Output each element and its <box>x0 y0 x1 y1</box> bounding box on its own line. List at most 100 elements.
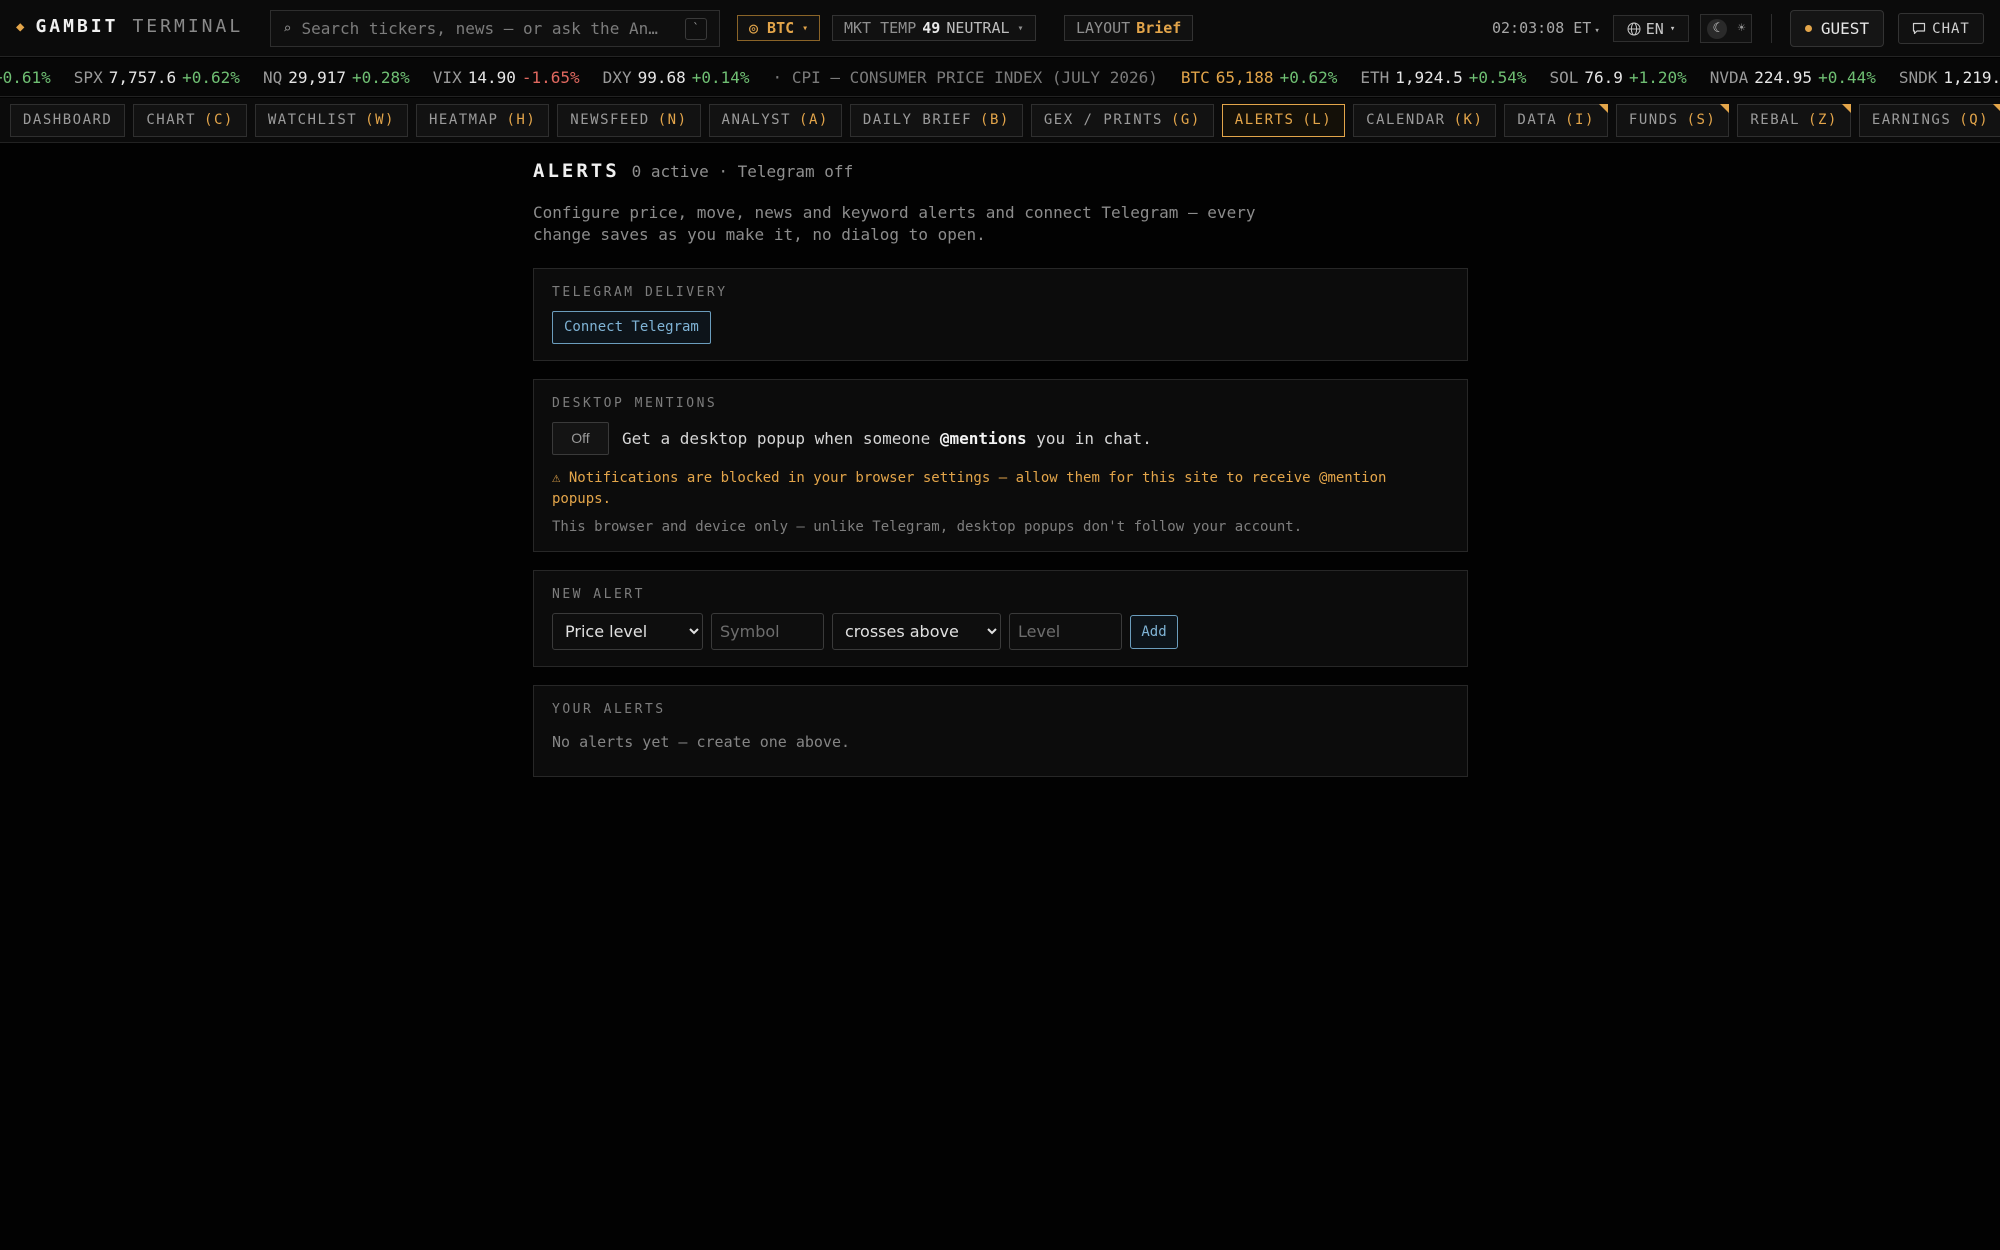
search-shortcut-key: ` <box>685 18 707 40</box>
globe-icon <box>1627 22 1641 35</box>
ticker-change: +1.20% <box>1628 68 1687 87</box>
ticker-symbol: SNDK <box>1898 68 1938 87</box>
market-temp-value: 49 <box>922 19 941 37</box>
tab-funds[interactable]: FUNDS (S) <box>1615 103 1730 137</box>
layout-selector[interactable]: LAYOUT Brief <box>1064 15 1194 41</box>
main-nav: DASHBOARD CHART (C) WATCHLIST (W) HEATMAP (H) N… <box>0 98 2000 143</box>
text-after: you in chat. <box>1026 429 1152 448</box>
ticker-news-item[interactable]: · CPI — CONSUMER PRICE INDEX (JULY 2026) <box>773 68 1158 87</box>
tab-label: DATA <box>1517 112 1558 128</box>
tab-shortcut: (Q) <box>1959 112 1990 128</box>
search-icon: ⌕ <box>283 20 292 37</box>
search-input[interactable] <box>301 19 672 38</box>
ticker-price: 1,924.5 <box>1395 68 1463 87</box>
new-alert-card: NEW ALERT Price level crosses above Add <box>533 570 1468 667</box>
ticker-change: +0.54% <box>1468 68 1527 87</box>
tab-label: CHART <box>146 112 197 128</box>
tab-label: CALENDAR <box>1366 112 1446 128</box>
clock-time: 02:03:08 ET <box>1492 19 1592 37</box>
tab-label: REBAL <box>1750 112 1801 128</box>
tab-shortcut: (A) <box>799 112 829 128</box>
tab-label: ALERTS <box>1234 112 1295 128</box>
tab-alerts[interactable]: ALERTS (L) <box>1221 103 1346 137</box>
tab-heatmap[interactable]: HEATMAP (H) <box>415 103 550 137</box>
condition-select[interactable]: crosses above <box>832 613 1001 650</box>
tab-shortcut: (S) <box>1686 112 1717 128</box>
tab-analyst[interactable]: ANALYST (A) <box>708 103 842 137</box>
asset-selector[interactable]: ◎ BTC ▾ <box>737 15 821 41</box>
tab-daily-brief[interactable]: DAILY BRIEF (B) <box>849 103 1023 137</box>
chat-button[interactable]: CHAT <box>1898 13 1984 44</box>
market-temp-selector[interactable]: MKT TEMP 49 NEUTRAL ▾ <box>832 15 1036 41</box>
tab-shortcut: (C) <box>204 112 234 128</box>
sun-icon[interactable]: ☀ <box>1738 21 1746 36</box>
brand-suffix: TERMINAL <box>132 16 244 37</box>
desktop-mentions-text: Get a desktop popup when someone @mentio… <box>622 429 1152 448</box>
tab-shortcut: (W) <box>365 112 395 128</box>
tab-gex-prints[interactable]: GEX / PRINTS (G) <box>1030 103 1214 137</box>
ticker-item[interactable]: SPX 7,757.6 +0.62% <box>74 68 240 87</box>
page-description: Configure price, move, news and keyword … <box>533 203 1256 244</box>
tab-dashboard[interactable]: DASHBOARD <box>10 103 126 137</box>
brand-logo[interactable]: ◆ GAMBIT TERMINAL <box>16 16 243 37</box>
tab-data[interactable]: DATA (I) <box>1504 103 1608 137</box>
moon-icon[interactable]: ☾ <box>1706 18 1727 39</box>
market-temp-label: MKT TEMP <box>844 19 917 37</box>
tab-shortcut: (L) <box>1302 112 1333 128</box>
symbol-input[interactable] <box>711 613 824 650</box>
ticker-item[interactable]: ETH 1,924.5 +0.54% <box>1360 68 1526 87</box>
guest-label: GUEST <box>1820 19 1870 38</box>
ticker-item[interactable]: SNDK 1,219.5 <box>1899 68 2000 87</box>
layout-value: Brief <box>1136 19 1182 37</box>
add-alert-button[interactable]: Add <box>1130 614 1178 649</box>
clock[interactable]: 02:03:08 ET ▾ <box>1492 19 1600 37</box>
tab-shortcut: (K) <box>1453 112 1484 128</box>
alert-type-select[interactable]: Price level <box>552 613 703 650</box>
card-title: DESKTOP MENTIONS <box>552 396 718 411</box>
ticker-symbol: SPX <box>73 68 103 87</box>
tab-newsfeed[interactable]: NEWSFEED (N) <box>557 103 701 137</box>
ticker-change: +0.28% <box>352 68 410 87</box>
ticker-item[interactable]: +0.61% <box>0 68 51 87</box>
your-alerts-card: YOUR ALERTS No alerts yet — create one a… <box>533 685 1468 777</box>
card-title: YOUR ALERTS <box>552 702 666 717</box>
divider <box>1771 14 1772 43</box>
tab-calendar[interactable]: CALENDAR (K) <box>1353 103 1497 137</box>
ticker-price: 99.68 <box>637 68 686 87</box>
ticker-item[interactable]: SOL 76.9 +1.20% <box>1550 68 1687 87</box>
ticker-symbol: BTC <box>1180 68 1210 87</box>
top-bar: ◆ GAMBIT TERMINAL ⌕ ` ◎ BTC ▾ MKT TEMP 4… <box>0 0 2000 57</box>
brand-name: GAMBIT <box>35 16 119 37</box>
language-selector[interactable]: EN ▾ <box>1613 15 1689 42</box>
connect-telegram-button[interactable]: Connect Telegram <box>552 311 711 344</box>
tab-rebal[interactable]: REBAL (Z) <box>1737 103 1852 137</box>
level-input[interactable] <box>1009 613 1122 650</box>
ticker-item[interactable]: BTC 65,188 +0.62% <box>1181 68 1338 87</box>
market-temp-state: NEUTRAL <box>946 19 1010 37</box>
tab-earnings[interactable]: EARNINGS (Q) <box>1858 103 2000 137</box>
search-box: ⌕ ` <box>270 10 720 47</box>
ticker-change: +0.62% <box>1279 68 1338 87</box>
telegram-delivery-card: TELEGRAM DELIVERY Connect Telegram <box>533 268 1468 361</box>
ticker-item[interactable]: NQ 29,917 +0.28% <box>263 68 410 87</box>
desktop-mentions-toggle[interactable]: Off <box>552 422 609 455</box>
ticker-item[interactable]: VIX 14.90 -1.65% <box>433 68 580 87</box>
tab-shortcut: (I) <box>1565 112 1595 128</box>
ticker-symbol: VIX <box>432 68 462 87</box>
tab-chart[interactable]: CHART (C) <box>133 103 247 137</box>
card-title: NEW ALERT <box>552 587 645 602</box>
ticker-symbol: NVDA <box>1709 68 1749 87</box>
chat-bubble-icon <box>1913 22 1926 35</box>
ticker-change: -1.65% <box>521 68 580 87</box>
tab-watchlist[interactable]: WATCHLIST (W) <box>254 103 408 137</box>
tab-shortcut: (G) <box>1171 112 1201 128</box>
guest-account-button[interactable]: GUEST <box>1790 10 1884 47</box>
ticker-item[interactable]: NVDA 224.95 +0.44% <box>1710 68 1876 87</box>
ticker-price: 14.90 <box>467 68 516 87</box>
mentions-keyword: @mentions <box>939 429 1027 448</box>
ticker-price: 1,219.5 <box>1943 68 2000 87</box>
ticker-price: 76.9 <box>1584 68 1623 87</box>
ticker-item[interactable]: DXY 99.68 +0.14% <box>603 68 750 87</box>
ticker-track: +0.61% SPX 7,757.6 +0.62% NQ 29,917 +0.28% VIX 1… <box>0 68 2000 87</box>
theme-toggle[interactable]: ☾ ☀ <box>1700 14 1752 43</box>
